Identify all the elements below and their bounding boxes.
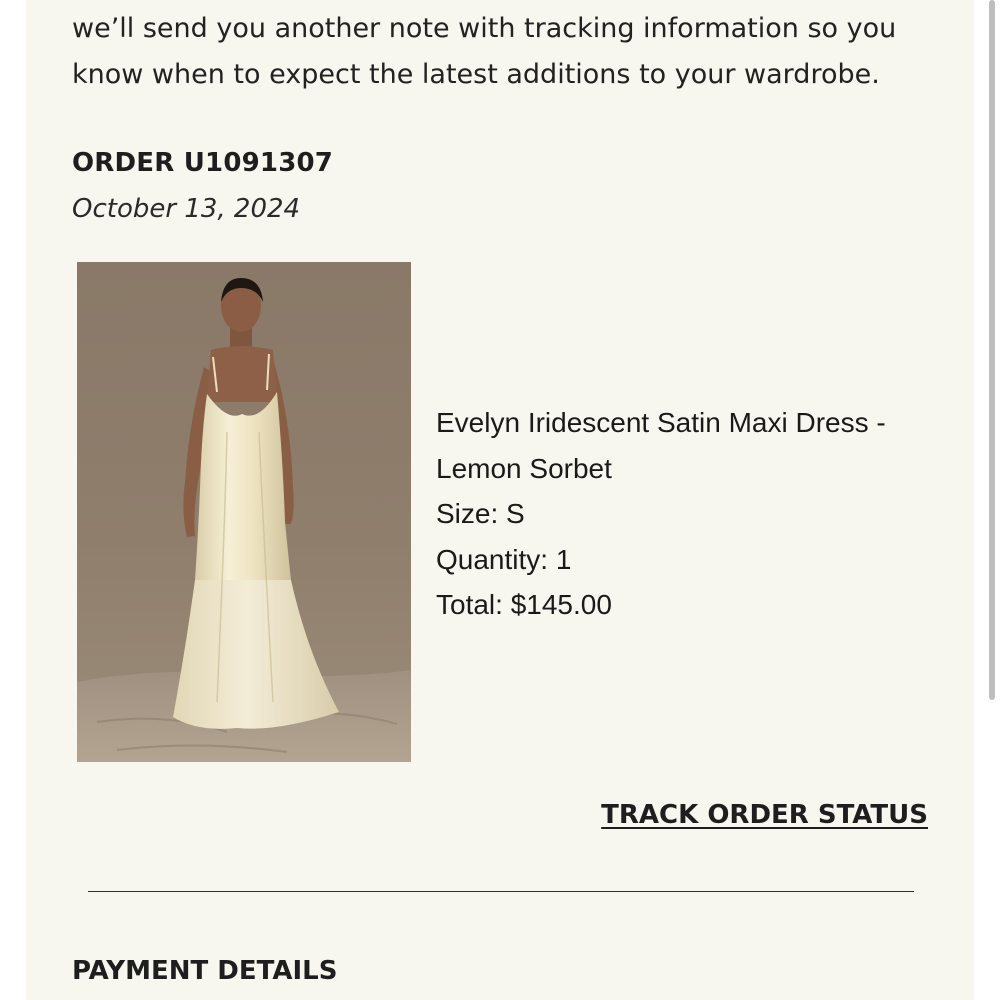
order-confirmation-card: we’ll send you another note with trackin… <box>26 0 974 1000</box>
intro-paragraph: we’ll send you another note with trackin… <box>72 13 897 90</box>
vertical-scrollbar[interactable] <box>989 0 995 700</box>
product-image[interactable] <box>77 262 411 762</box>
product-quantity: Quantity: 1 <box>436 543 572 575</box>
track-order-status-link[interactable]: TRACK ORDER STATUS <box>601 800 928 830</box>
order-number: ORDER U1091307 <box>72 148 334 178</box>
product-details: Evelyn Iridescent Satin Maxi Dress - Lem… <box>436 400 956 628</box>
payment-details-heading: PAYMENT DETAILS <box>72 956 338 986</box>
email-page: we’ll send you another note with trackin… <box>0 0 1000 1000</box>
product-size: Size: S <box>436 498 525 529</box>
section-divider <box>88 891 914 892</box>
product-name[interactable]: Evelyn Iridescent Satin Maxi Dress - Lem… <box>436 400 956 491</box>
product-total: Total: $145.00 <box>436 589 612 620</box>
order-date: October 13, 2024 <box>72 194 301 224</box>
